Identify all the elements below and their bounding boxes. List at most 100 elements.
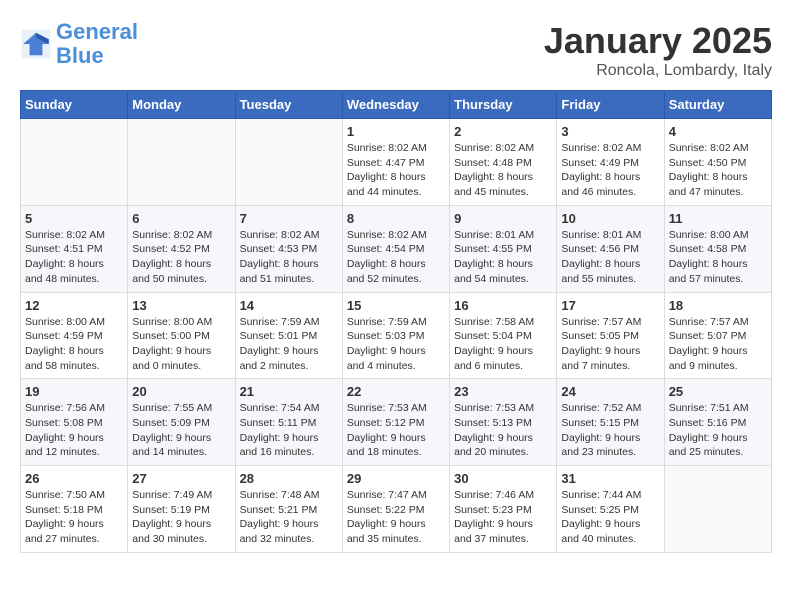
table-row: 10 Sunrise: 8:01 AM Sunset: 4:56 PM Dayli…: [557, 205, 664, 292]
day-number: 18: [669, 298, 767, 313]
day-detail: Sunrise: 7:54 AM Sunset: 5:11 PM Dayligh…: [240, 401, 338, 460]
day-number: 1: [347, 124, 445, 139]
table-row: 17 Sunrise: 7:57 AM Sunset: 5:05 PM Dayli…: [557, 292, 664, 379]
day-detail: Sunrise: 8:01 AM Sunset: 4:56 PM Dayligh…: [561, 228, 659, 287]
day-number: 15: [347, 298, 445, 313]
table-row: 28 Sunrise: 7:48 AM Sunset: 5:21 PM Dayli…: [235, 466, 342, 553]
table-row: [128, 119, 235, 206]
day-number: 28: [240, 471, 338, 486]
day-detail: Sunrise: 7:57 AM Sunset: 5:05 PM Dayligh…: [561, 315, 659, 374]
day-detail: Sunrise: 7:53 AM Sunset: 5:13 PM Dayligh…: [454, 401, 552, 460]
weekday-header: Friday: [557, 91, 664, 119]
weekday-header: Tuesday: [235, 91, 342, 119]
day-detail: Sunrise: 7:58 AM Sunset: 5:04 PM Dayligh…: [454, 315, 552, 374]
calendar-week-row: 26 Sunrise: 7:50 AM Sunset: 5:18 PM Dayli…: [21, 466, 772, 553]
day-detail: Sunrise: 7:50 AM Sunset: 5:18 PM Dayligh…: [25, 488, 123, 547]
day-detail: Sunrise: 7:59 AM Sunset: 5:01 PM Dayligh…: [240, 315, 338, 374]
day-detail: Sunrise: 7:51 AM Sunset: 5:16 PM Dayligh…: [669, 401, 767, 460]
day-number: 12: [25, 298, 123, 313]
day-number: 5: [25, 211, 123, 226]
table-row: 13Sunrise: 8:00 AM Sunset: 5:00 PM Dayli…: [128, 292, 235, 379]
day-number: 19: [25, 384, 123, 399]
table-row: 15 Sunrise: 7:59 AM Sunset: 5:03 PM Dayli…: [342, 292, 449, 379]
logo-icon: [20, 28, 52, 60]
day-number: 25: [669, 384, 767, 399]
day-number: 21: [240, 384, 338, 399]
table-row: 22Sunrise: 7:53 AM Sunset: 5:12 PM Dayli…: [342, 379, 449, 466]
weekday-header: Saturday: [664, 91, 771, 119]
weekday-header: Thursday: [450, 91, 557, 119]
day-number: 27: [132, 471, 230, 486]
day-detail: Sunrise: 7:46 AM Sunset: 5:23 PM Dayligh…: [454, 488, 552, 547]
day-number: 22: [347, 384, 445, 399]
table-row: 19 Sunrise: 7:56 AM Sunset: 5:08 PM Dayli…: [21, 379, 128, 466]
day-detail: Sunrise: 8:00 AM Sunset: 4:58 PM Dayligh…: [669, 228, 767, 287]
day-detail: Sunrise: 8:02 AM Sunset: 4:52 PM Dayligh…: [132, 228, 230, 287]
day-detail: Sunrise: 7:59 AM Sunset: 5:03 PM Dayligh…: [347, 315, 445, 374]
table-row: 25 Sunrise: 7:51 AM Sunset: 5:16 PM Dayli…: [664, 379, 771, 466]
title-block: January 2025 Roncola, Lombardy, Italy: [544, 20, 772, 80]
weekday-header: Sunday: [21, 91, 128, 119]
calendar-table: SundayMondayTuesdayWednesdayThursdayFrid…: [20, 90, 772, 553]
day-detail: Sunrise: 7:47 AM Sunset: 5:22 PM Dayligh…: [347, 488, 445, 547]
day-detail: Sunrise: 7:56 AM Sunset: 5:08 PM Dayligh…: [25, 401, 123, 460]
page-header: General Blue January 2025 Roncola, Lomba…: [20, 20, 772, 80]
day-detail: Sunrise: 8:02 AM Sunset: 4:47 PM Dayligh…: [347, 141, 445, 200]
table-row: 16 Sunrise: 7:58 AM Sunset: 5:04 PM Dayli…: [450, 292, 557, 379]
day-number: 24: [561, 384, 659, 399]
day-number: 20: [132, 384, 230, 399]
day-detail: Sunrise: 8:00 AM Sunset: 5:00 PM Dayligh…: [132, 315, 230, 374]
day-detail: Sunrise: 8:02 AM Sunset: 4:48 PM Dayligh…: [454, 141, 552, 200]
day-detail: Sunrise: 7:57 AM Sunset: 5:07 PM Dayligh…: [669, 315, 767, 374]
day-detail: Sunrise: 8:02 AM Sunset: 4:54 PM Dayligh…: [347, 228, 445, 287]
day-number: 2: [454, 124, 552, 139]
table-row: 8Sunrise: 8:02 AM Sunset: 4:54 PM Daylig…: [342, 205, 449, 292]
table-row: 5 Sunrise: 8:02 AM Sunset: 4:51 PM Daylig…: [21, 205, 128, 292]
calendar-week-row: 5 Sunrise: 8:02 AM Sunset: 4:51 PM Daylig…: [21, 205, 772, 292]
table-row: 30 Sunrise: 7:46 AM Sunset: 5:23 PM Dayli…: [450, 466, 557, 553]
logo-text: General Blue: [56, 20, 138, 68]
table-row: 11Sunrise: 8:00 AM Sunset: 4:58 PM Dayli…: [664, 205, 771, 292]
day-number: 14: [240, 298, 338, 313]
day-detail: Sunrise: 7:55 AM Sunset: 5:09 PM Dayligh…: [132, 401, 230, 460]
calendar-week-row: 12 Sunrise: 8:00 AM Sunset: 4:59 PM Dayli…: [21, 292, 772, 379]
day-number: 3: [561, 124, 659, 139]
table-row: 12 Sunrise: 8:00 AM Sunset: 4:59 PM Dayli…: [21, 292, 128, 379]
calendar-week-row: 19 Sunrise: 7:56 AM Sunset: 5:08 PM Dayli…: [21, 379, 772, 466]
day-number: 9: [454, 211, 552, 226]
day-detail: Sunrise: 8:02 AM Sunset: 4:51 PM Dayligh…: [25, 228, 123, 287]
table-row: 18 Sunrise: 7:57 AM Sunset: 5:07 PM Dayli…: [664, 292, 771, 379]
table-row: [21, 119, 128, 206]
logo: General Blue: [20, 20, 138, 68]
table-row: 4Sunrise: 8:02 AM Sunset: 4:50 PM Daylig…: [664, 119, 771, 206]
day-number: 26: [25, 471, 123, 486]
table-row: 26 Sunrise: 7:50 AM Sunset: 5:18 PM Dayli…: [21, 466, 128, 553]
table-row: 9 Sunrise: 8:01 AM Sunset: 4:55 PM Daylig…: [450, 205, 557, 292]
day-number: 17: [561, 298, 659, 313]
day-detail: Sunrise: 7:52 AM Sunset: 5:15 PM Dayligh…: [561, 401, 659, 460]
weekday-header: Monday: [128, 91, 235, 119]
day-number: 29: [347, 471, 445, 486]
table-row: 21 Sunrise: 7:54 AM Sunset: 5:11 PM Dayli…: [235, 379, 342, 466]
table-row: 29 Sunrise: 7:47 AM Sunset: 5:22 PM Dayli…: [342, 466, 449, 553]
table-row: 20 Sunrise: 7:55 AM Sunset: 5:09 PM Dayli…: [128, 379, 235, 466]
table-row: 2 Sunrise: 8:02 AM Sunset: 4:48 PM Daylig…: [450, 119, 557, 206]
day-detail: Sunrise: 8:00 AM Sunset: 4:59 PM Dayligh…: [25, 315, 123, 374]
day-number: 7: [240, 211, 338, 226]
table-row: 31Sunrise: 7:44 AM Sunset: 5:25 PM Dayli…: [557, 466, 664, 553]
table-row: 24 Sunrise: 7:52 AM Sunset: 5:15 PM Dayli…: [557, 379, 664, 466]
table-row: 3Sunrise: 8:02 AM Sunset: 4:49 PM Daylig…: [557, 119, 664, 206]
table-row: [235, 119, 342, 206]
day-detail: Sunrise: 8:01 AM Sunset: 4:55 PM Dayligh…: [454, 228, 552, 287]
day-detail: Sunrise: 8:02 AM Sunset: 4:53 PM Dayligh…: [240, 228, 338, 287]
day-number: 23: [454, 384, 552, 399]
table-row: 7 Sunrise: 8:02 AM Sunset: 4:53 PM Daylig…: [235, 205, 342, 292]
calendar-header-row: SundayMondayTuesdayWednesdayThursdayFrid…: [21, 91, 772, 119]
day-number: 10: [561, 211, 659, 226]
day-number: 6: [132, 211, 230, 226]
weekday-header: Wednesday: [342, 91, 449, 119]
day-detail: Sunrise: 7:48 AM Sunset: 5:21 PM Dayligh…: [240, 488, 338, 547]
table-row: 14 Sunrise: 7:59 AM Sunset: 5:01 PM Dayli…: [235, 292, 342, 379]
day-number: 30: [454, 471, 552, 486]
day-number: 16: [454, 298, 552, 313]
